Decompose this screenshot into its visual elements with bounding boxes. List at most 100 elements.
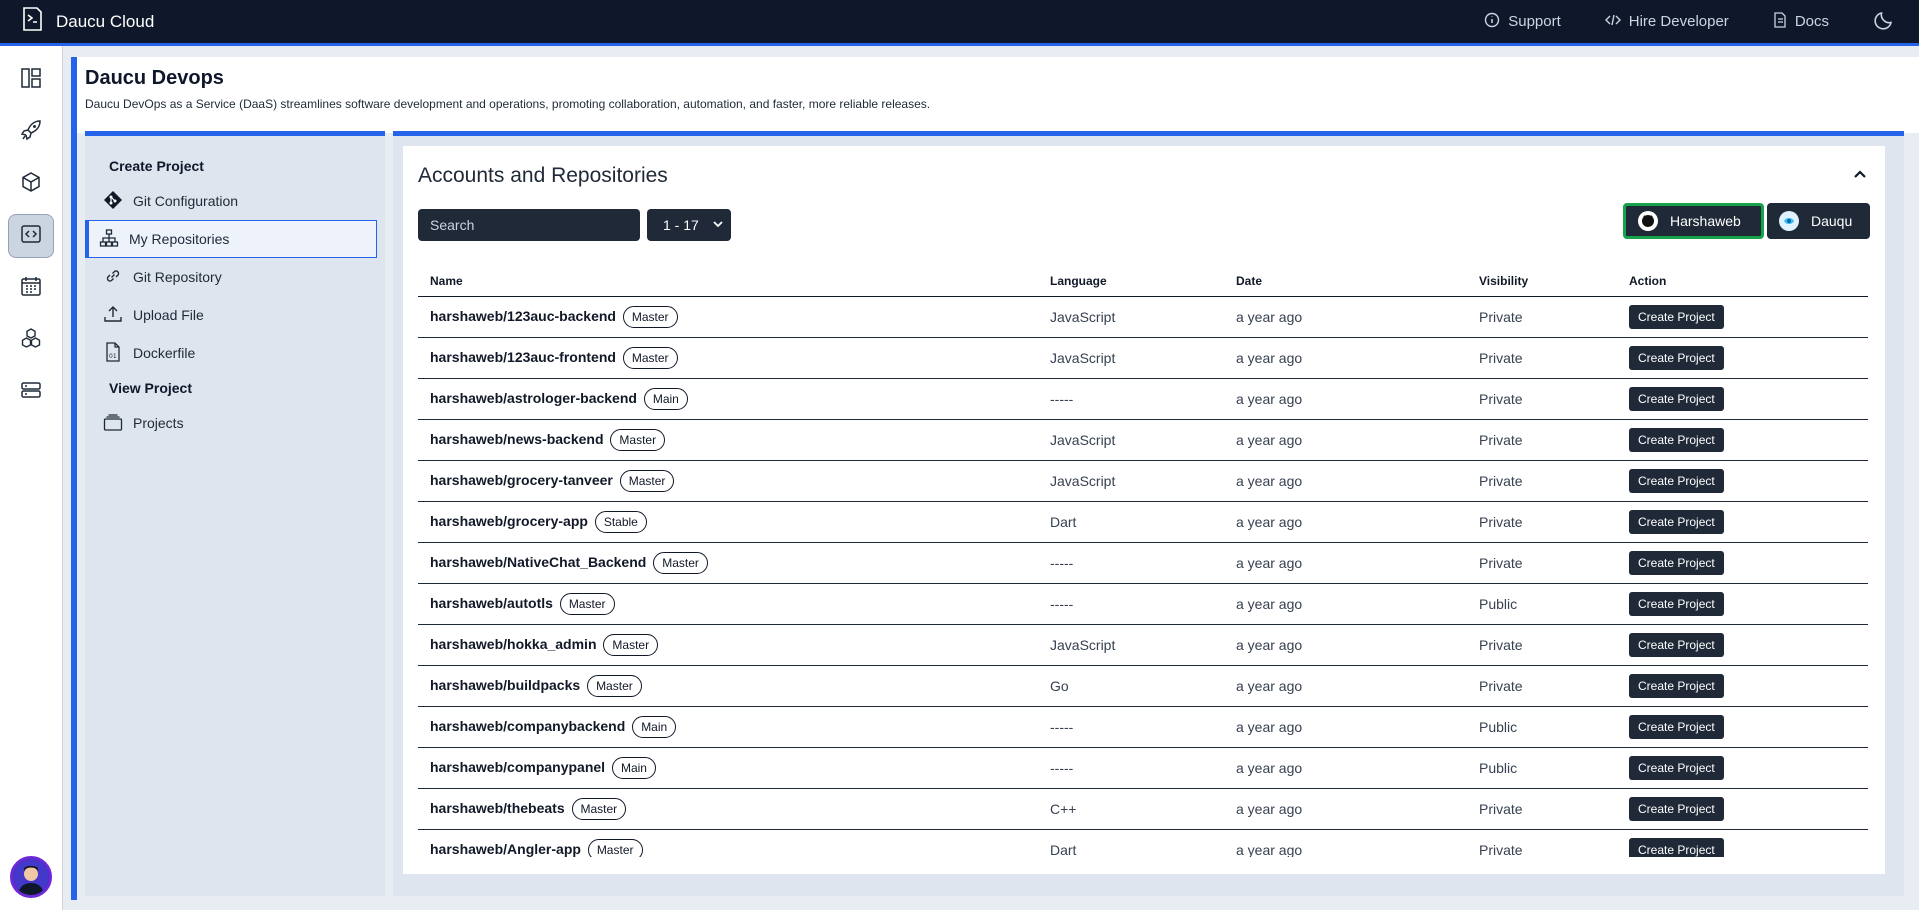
create-project-button[interactable]: Create Project [1629,755,1724,780]
table-row: harshaweb/hokka_admin Master JavaScript a … [418,624,1868,666]
repo-name-cell: harshaweb/buildpacks Master [418,665,1038,707]
repo-date: a year ago [1224,460,1467,502]
rail-devops[interactable] [8,214,54,258]
rail-deploy[interactable] [8,110,54,154]
create-project-button[interactable]: Create Project [1629,714,1724,739]
brand[interactable]: Daucu Cloud [0,6,154,37]
account-label: Harshaweb [1670,213,1741,229]
svg-text:01: 01 [109,353,117,360]
info-icon [1484,12,1508,32]
page-range-select[interactable]: 1 - 17 [647,209,731,241]
table-row: harshaweb/companybackend Main ----- a year… [418,706,1868,748]
branch-badge: Master [622,305,678,328]
menu-label: Dockerfile [133,345,196,361]
table-row: harshaweb/thebeats Master C++ a year ago Pr… [418,788,1868,830]
branch-badge: Master [587,838,643,857]
menu-item-projects[interactable]: Projects [85,404,377,442]
repo-name-cell: harshaweb/123auc-backend Master [418,296,1038,338]
menu-item-git-repository[interactable]: Git Repository [85,258,377,296]
account-button-harshaweb[interactable]: Harshaweb [1623,203,1764,239]
table-row: harshaweb/buildpacks Master Go a year ago P… [418,665,1868,707]
page-accent-bar [71,57,77,900]
menu-item-upload-file[interactable]: Upload File [85,296,377,334]
menu-item-git-configuration[interactable]: Git Configuration [85,182,377,220]
repo-name-cell: harshaweb/companypanel Main [418,747,1038,789]
repo-name[interactable]: harshaweb/grocery-tanveer [430,472,613,488]
docs-link[interactable]: Docs [1773,11,1829,32]
create-project-button[interactable]: Create Project [1629,468,1724,493]
search-input[interactable] [418,209,640,241]
repo-name-cell: harshaweb/NativeChat_Backend Master [418,542,1038,584]
repo-name[interactable]: harshaweb/grocery-app [430,513,588,529]
document-icon [1773,11,1795,32]
repo-name[interactable]: harshaweb/123auc-frontend [430,349,616,365]
create-project-button[interactable]: Create Project [1629,837,1724,857]
repo-visibility: Private [1467,624,1617,666]
theme-toggle[interactable] [1873,9,1903,35]
repo-language: JavaScript [1038,419,1224,461]
repo-visibility: Private [1467,460,1617,502]
support-label: Support [1508,13,1561,30]
rail-cluster[interactable] [8,318,54,362]
repo-name[interactable]: harshaweb/hokka_admin [430,636,597,652]
repo-language: JavaScript [1038,624,1224,666]
repo-name[interactable]: harshaweb/astrologer-backend [430,390,637,406]
repo-language: ----- [1038,378,1224,420]
repo-name-cell: harshaweb/autotls Master [418,583,1038,625]
hire-developer-label: Hire Developer [1628,13,1729,30]
column-header-language: Language [1038,266,1224,297]
create-project-button[interactable]: Create Project [1629,796,1724,821]
repo-name[interactable]: harshaweb/Angler-app [430,841,581,857]
repositories-table-container[interactable]: Name Language Date Visibility Action har… [418,266,1868,857]
repo-date: a year ago [1224,747,1467,789]
repo-visibility: Private [1467,501,1617,543]
create-project-button[interactable]: Create Project [1629,550,1724,575]
column-header-name: Name [418,266,1038,297]
repo-name[interactable]: harshaweb/NativeChat_Backend [430,554,646,570]
repo-name[interactable]: harshaweb/companypanel [430,759,605,775]
branch-badge: Master [559,592,615,615]
cube-icon [20,171,42,198]
support-link[interactable]: Support [1484,12,1561,32]
create-project-button[interactable]: Create Project [1629,673,1724,698]
repo-date: a year ago [1224,378,1467,420]
repo-action-cell: Create Project [1617,378,1868,420]
create-project-button[interactable]: Create Project [1629,345,1724,370]
menu-item-my-repositories[interactable]: My Repositories [85,220,377,258]
repo-name[interactable]: harshaweb/thebeats [430,800,565,816]
menu-group-view: View Project [109,380,193,396]
repo-name[interactable]: harshaweb/123auc-backend [430,308,616,324]
repo-visibility: Private [1467,829,1617,857]
page-range-value: 1 - 17 [663,217,699,233]
repo-date: a year ago [1224,665,1467,707]
repo-name-cell: harshaweb/grocery-tanveer Master [418,460,1038,502]
rail-packages[interactable] [8,162,54,206]
create-project-button[interactable]: Create Project [1629,386,1724,411]
repo-name-cell: harshaweb/grocery-app Stable [418,501,1038,543]
repo-action-cell: Create Project [1617,665,1868,707]
user-avatar[interactable] [10,856,52,898]
collapse-button[interactable] [1853,166,1867,184]
repo-name[interactable]: harshaweb/news-backend [430,431,604,447]
hire-developer-link[interactable]: Hire Developer [1604,12,1729,32]
create-project-button[interactable]: Create Project [1629,632,1724,657]
rail-calendar[interactable] [8,266,54,310]
create-project-button[interactable]: Create Project [1629,591,1724,616]
menu-item-dockerfile[interactable]: 01 Dockerfile [85,334,377,372]
create-project-button[interactable]: Create Project [1629,509,1724,534]
repo-name[interactable]: harshaweb/buildpacks [430,677,580,693]
repo-date: a year ago [1224,419,1467,461]
create-project-button[interactable]: Create Project [1629,427,1724,452]
repo-name[interactable]: harshaweb/companybackend [430,718,625,734]
repo-visibility: Private [1467,337,1617,379]
repo-action-cell: Create Project [1617,583,1868,625]
repo-name[interactable]: harshaweb/autotls [430,595,553,611]
create-project-button[interactable]: Create Project [1629,304,1724,329]
dauqu-logo-icon [1779,211,1799,231]
rail-servers[interactable] [8,370,54,414]
branch-badge: Master [653,551,708,574]
account-button-dauqu[interactable]: Dauqu [1767,203,1870,239]
table-row: harshaweb/123auc-backend Master JavaScrip… [418,296,1868,338]
repo-action-cell: Create Project [1617,460,1868,502]
rail-dashboard[interactable] [8,58,54,102]
